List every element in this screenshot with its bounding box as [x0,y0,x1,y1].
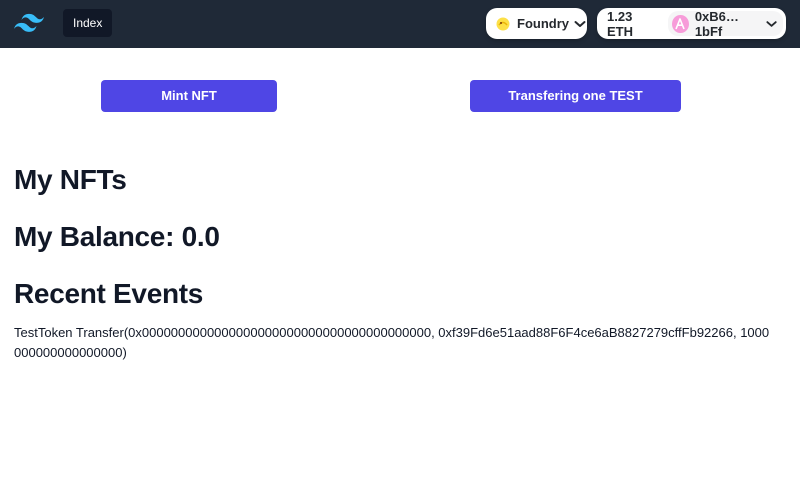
avatar [672,14,689,33]
wallet-balance: 1.23 ETH [607,8,633,39]
account-button[interactable]: 1.23 ETH 0xB6…1bFf [597,8,786,39]
top-navbar: Index Foundry 1.23 ETH 0xB6…1bFf [0,0,800,48]
chevron-down-icon [574,20,586,27]
tailwind-logo-icon[interactable] [14,12,44,34]
event-list-item: TestToken Transfer(0x0000000000000000000… [14,325,770,360]
recent-events-heading: Recent Events [14,278,204,309]
chain-label: Foundry [517,16,569,31]
my-balance-heading: My Balance: 0.0 [14,221,220,252]
mint-nft-button[interactable]: Mint NFT [101,80,277,112]
chain-selector-button[interactable]: Foundry [486,8,587,39]
wallet-address: 0xB6…1bFf [694,8,739,39]
chevron-down-icon [766,20,777,27]
my-nfts-heading: My NFTs [14,164,127,195]
transfer-test-button[interactable]: Transfering one TEST [470,80,681,112]
address-pill[interactable]: 0xB6…1bFf [668,8,783,39]
nav-index-link[interactable]: Index [63,9,113,37]
avatar-letter-icon [675,17,686,29]
foundry-chain-icon [496,17,510,30]
